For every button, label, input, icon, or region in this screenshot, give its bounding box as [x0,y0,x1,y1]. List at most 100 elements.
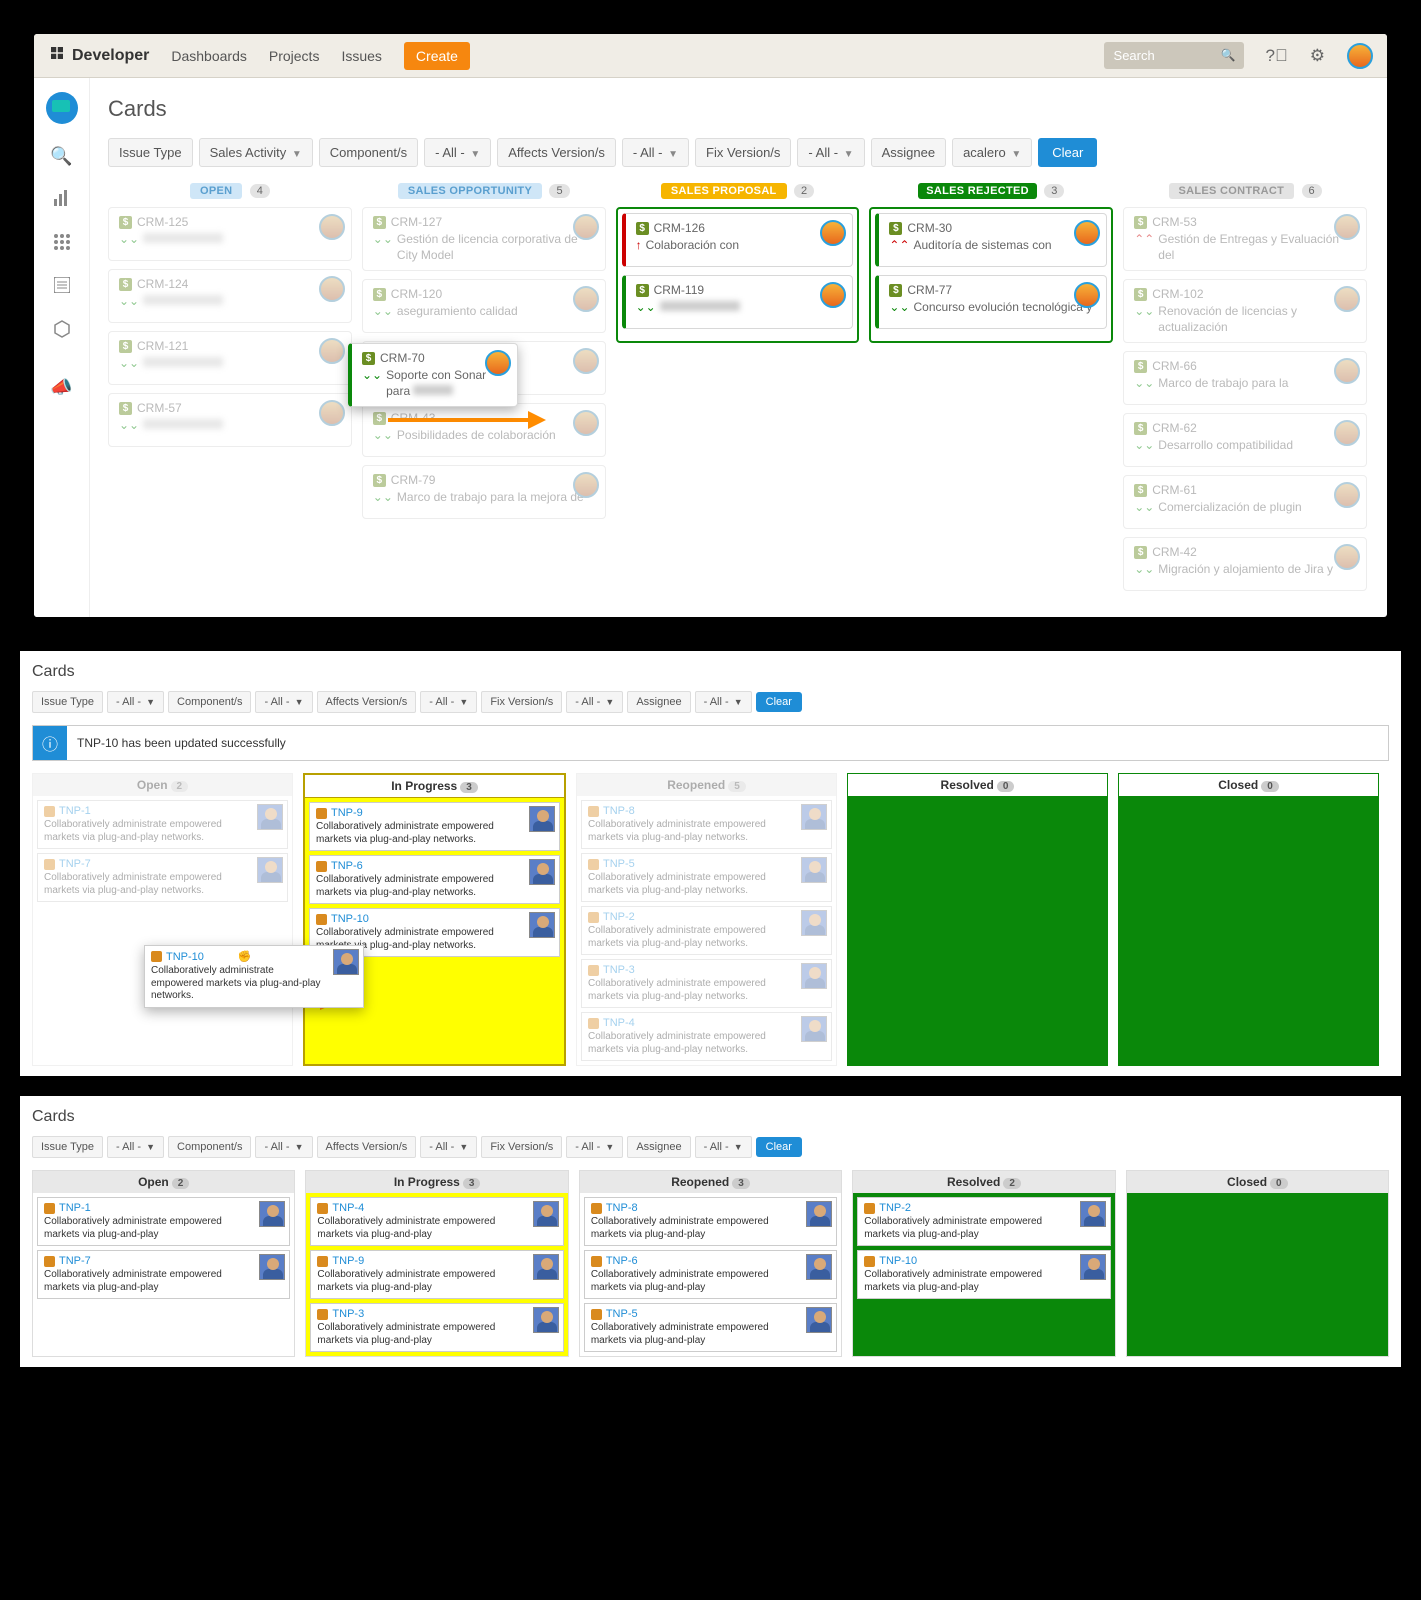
filter-assignee[interactable]: acalero ▼ [952,138,1032,167]
issue-card[interactable]: $ CRM-77 ⌄⌄ Concurso evolución tecnológi… [875,275,1107,329]
issue-type-icon [316,914,327,925]
issue-card[interactable]: TNP-1 Collaboratively administrate empow… [37,1197,290,1246]
column-count: 2 [1003,1178,1021,1189]
chevron-down-icon: ▼ [295,697,304,707]
issue-card[interactable]: TNP-2 Collaboratively administrate empow… [857,1197,1110,1246]
filter-components[interactable]: - All - ▼ [255,1136,312,1158]
issue-key: TNP-6 [606,1255,638,1267]
issue-card[interactable]: TNP-10 Collaboratively administrate empo… [857,1250,1110,1299]
filter-issue-type[interactable]: Sales Activity ▼ [199,138,313,167]
issue-card[interactable]: $ CRM-102 ⌄⌄ Renovación de licencias y a… [1123,279,1367,343]
drop-target[interactable]: $ CRM-30 ⌃⌃ Auditoría de sistemas con $ … [869,207,1113,343]
column-header: In Progress3 [305,775,564,798]
chevron-down-icon: ▼ [1011,149,1021,160]
issue-summary: Collaboratively administrate empowered m… [44,1216,283,1241]
issue-card[interactable]: $ CRM-57 ⌄⌄ [108,393,352,447]
issue-card[interactable]: TNP-6 Collaboratively administrate empow… [584,1250,837,1299]
clear-button[interactable]: Clear [756,1137,802,1157]
user-avatar[interactable] [1347,43,1373,69]
issue-card[interactable]: TNP-3 Collaboratively administrate empow… [581,959,832,1008]
filter-issue-type[interactable]: - All - ▼ [107,691,164,713]
assignee-avatar [533,1254,559,1280]
filter-affects[interactable]: - All - ▼ [420,691,477,713]
issue-key: CRM-126 [654,221,705,235]
create-button[interactable]: Create [404,42,470,70]
issue-key: TNP-10 [331,913,369,925]
issue-key: CRM-66 [1152,359,1197,373]
filter-issue-type[interactable]: - All - ▼ [107,1136,164,1158]
issue-card[interactable]: TNP-6 Collaboratively administrate empow… [309,855,560,904]
filter-assignee[interactable]: - All - ▼ [695,691,752,713]
priority-low-icon: ⌄⌄ [119,357,139,369]
issue-card[interactable]: $ CRM-79 ⌄⌄ Marco de trabajo para la mej… [362,465,606,519]
issue-type-icon: $ [119,340,132,353]
nav-issues[interactable]: Issues [341,48,381,64]
issue-type-icon: $ [889,284,902,297]
search-rail-icon[interactable]: 🔍 [50,146,72,167]
priority-high-icon: ↑ [636,239,642,251]
filter-fix[interactable]: - All - ▼ [566,1136,623,1158]
issue-card[interactable]: $ CRM-125 ⌄⌄ [108,207,352,261]
grid-rail-icon[interactable] [54,234,70,255]
issue-type-icon: $ [1134,360,1147,373]
issue-card[interactable]: $ CRM-30 ⌃⌃ Auditoría de sistemas con [875,213,1107,267]
issue-card[interactable]: TNP-8 Collaboratively administrate empow… [584,1197,837,1246]
filter-components[interactable]: - All - ▼ [424,138,491,167]
nav-projects[interactable]: Projects [269,48,320,64]
issue-card[interactable]: TNP-5 Collaboratively administrate empow… [581,853,832,902]
clear-button[interactable]: Clear [1038,138,1097,167]
list-rail-icon[interactable] [54,277,70,298]
filter-assignee[interactable]: - All - ▼ [695,1136,752,1158]
assignee-avatar [319,214,345,240]
filter-fix[interactable]: - All - ▼ [797,138,864,167]
info-text: TNP-10 has been updated successfully [67,726,296,760]
issue-card[interactable]: TNP-7 Collaboratively administrate empow… [37,853,288,902]
project-avatar-icon[interactable] [46,92,78,124]
issue-card[interactable]: TNP-1 Collaboratively administrate empow… [37,800,288,849]
issue-card[interactable]: $ CRM-127 ⌄⌄ Gestión de licencia corpora… [362,207,606,271]
issue-card[interactable]: TNP-9 Collaboratively administrate empow… [310,1250,563,1299]
issue-key: CRM-124 [137,277,188,291]
issue-type-icon [317,1256,328,1267]
issue-card[interactable]: $ CRM-119 ⌄⌄ [622,275,854,329]
issue-card-dragging[interactable]: $ CRM-70 ⌄⌄Soporte con Sonar para [348,343,518,407]
settings-rail-icon[interactable] [53,320,71,343]
issue-card[interactable]: TNP-4 Collaboratively administrate empow… [581,1012,832,1061]
issue-card[interactable]: $ CRM-53 ⌃⌃ Gestión de Entregas y Evalua… [1123,207,1367,271]
clear-button[interactable]: Clear [756,692,802,712]
issue-card[interactable]: $ CRM-121 ⌄⌄ [108,331,352,385]
filter-components[interactable]: - All - ▼ [255,691,312,713]
issue-card[interactable]: $ CRM-120 ⌄⌄ aseguramiento calidad [362,279,606,333]
issue-summary: Collaboratively administrate empowered m… [588,819,825,844]
issue-card-dragging[interactable]: TNP-10 ✊ Collaboratively administrate em… [144,945,364,1008]
issue-card[interactable]: $ CRM-62 ⌄⌄ Desarrollo compatibilidad [1123,413,1367,467]
issue-type-icon: $ [119,278,132,291]
issue-key: TNP-5 [606,1308,638,1320]
board-column: SALES PROPOSAL 2 $ CRM-126 ↑ Colaboració… [616,183,860,599]
issue-card[interactable]: TNP-9 Collaboratively administrate empow… [309,802,560,851]
column-count: 3 [732,1178,750,1189]
issue-card[interactable]: TNP-7 Collaboratively administrate empow… [37,1250,290,1299]
issue-card[interactable]: $ CRM-66 ⌄⌄ Marco de trabajo para la [1123,351,1367,405]
filter-affects[interactable]: - All - ▼ [420,1136,477,1158]
issue-card[interactable]: TNP-8 Collaboratively administrate empow… [581,800,832,849]
brand-logo[interactable]: Developer [48,44,149,67]
issue-card[interactable]: $ CRM-124 ⌄⌄ [108,269,352,323]
issue-card[interactable]: TNP-4 Collaboratively administrate empow… [310,1197,563,1246]
drop-target[interactable]: $ CRM-126 ↑ Colaboración con $ CRM-119 ⌄… [616,207,860,343]
chart-rail-icon[interactable] [53,189,71,212]
gear-icon[interactable]: ⚙ [1310,46,1325,66]
filter-affects[interactable]: - All - ▼ [622,138,689,167]
issue-card[interactable]: $ CRM-126 ↑ Colaboración con [622,213,854,267]
feedback-rail-icon[interactable]: 📣 [50,377,72,398]
filter-fix-label: Fix Version/s [481,691,562,713]
help-icon[interactable]: ?⃝ [1266,46,1288,66]
issue-card[interactable]: TNP-5 Collaboratively administrate empow… [584,1303,837,1352]
issue-card[interactable]: $ CRM-61 ⌄⌄ Comercialización de plugin [1123,475,1367,529]
issue-card[interactable]: TNP-2 Collaboratively administrate empow… [581,906,832,955]
issue-type-icon [316,808,327,819]
filter-fix[interactable]: - All - ▼ [566,691,623,713]
issue-card[interactable]: $ CRM-42 ⌄⌄ Migración y alojamiento de J… [1123,537,1367,591]
nav-dashboards[interactable]: Dashboards [171,48,247,64]
issue-card[interactable]: TNP-3 Collaboratively administrate empow… [310,1303,563,1352]
